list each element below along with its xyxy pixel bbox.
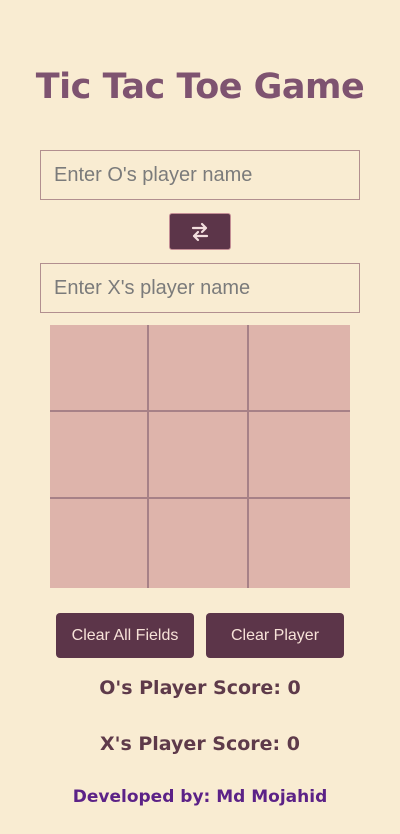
developer-credit: Developed by: Md Mojahid	[72, 787, 328, 807]
clear-all-fields-button[interactable]: Clear All Fields	[56, 613, 194, 658]
board-cell[interactable]	[149, 499, 249, 588]
board-cell[interactable]	[149, 325, 249, 412]
board-cell[interactable]	[50, 412, 149, 499]
board-cell[interactable]	[149, 412, 249, 499]
board-cell[interactable]	[249, 499, 350, 588]
board-cell[interactable]	[50, 325, 149, 412]
board-cell[interactable]	[249, 412, 350, 499]
x-player-score: X's Player Score: 0	[99, 733, 300, 755]
x-player-name-input[interactable]	[40, 263, 360, 313]
o-player-name-input[interactable]	[40, 150, 360, 200]
game-board	[50, 325, 350, 588]
swap-players-button[interactable]	[169, 213, 231, 250]
o-player-score: O's Player Score: 0	[99, 677, 301, 699]
swap-arrows-icon	[191, 222, 209, 241]
board-cell[interactable]	[50, 499, 149, 588]
board-cell[interactable]	[249, 325, 350, 412]
clear-player-button[interactable]: Clear Player	[206, 613, 344, 658]
page-title: Tic Tac Toe Game	[35, 67, 365, 107]
